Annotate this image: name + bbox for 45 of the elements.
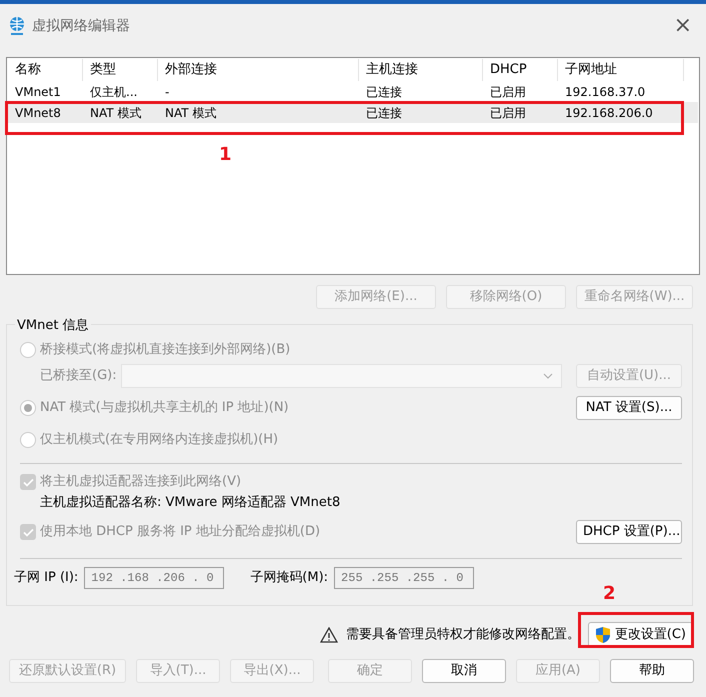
- table-row[interactable]: VMnet8 NAT 模式 NAT 模式 已连接 已启用 192.168.206.0: [8, 102, 698, 123]
- table-cell-text: 已启用: [489, 84, 527, 100]
- table-cell-text: 192.168.37.0: [564, 84, 646, 100]
- ip-field[interactable]: 192 .168 .206 . 0: [84, 567, 224, 589]
- column-header[interactable]: 名称: [8, 59, 83, 81]
- field-label: 已桥接至(G):: [40, 367, 117, 386]
- dialog-button[interactable]: 取消: [422, 659, 506, 683]
- table-cell-text: VMnet8: [14, 104, 62, 122]
- warning-icon: [320, 627, 338, 643]
- field-label: 子网 IP (I):: [14, 569, 78, 588]
- bridge-dropdown[interactable]: [120, 364, 562, 388]
- table-cell-text: 192.168.206.0: [564, 104, 654, 122]
- column-header[interactable]: 主机连接: [359, 59, 483, 81]
- column-header[interactable]: 类型: [83, 59, 158, 81]
- table-cell-text: 已连接: [365, 104, 403, 122]
- shield-icon: [594, 626, 611, 644]
- annotation-number: 2: [603, 585, 616, 603]
- check-icon: [22, 528, 34, 536]
- table-cell-text: NAT 模式: [164, 104, 218, 122]
- option-label: 使用本地 DHCP 服务将 IP 地址分配给虚拟机(D): [40, 523, 320, 542]
- table-row[interactable]: VMnet1 仅主机... - 已连接 已启用 192.168.37.0: [8, 81, 698, 102]
- option-label: 将主机虚拟适配器连接到此网络(V): [40, 473, 242, 492]
- column-header[interactable]: 外部连接: [158, 59, 359, 81]
- adapter-name: 主机虚拟适配器名称: VMware 网络适配器 VMnet8: [40, 494, 340, 512]
- table-cell-text: VMnet1: [14, 84, 62, 100]
- table-cell-text: 已连接: [365, 84, 403, 100]
- chevron-down-icon: [543, 373, 553, 379]
- table-cell-text: 仅主机...: [89, 84, 138, 100]
- table-cell-text: NAT 模式: [89, 104, 142, 122]
- ip-field[interactable]: 255 .255 .255 . 0: [334, 567, 474, 589]
- table-cell-text: -: [164, 84, 170, 100]
- close-button[interactable]: ×: [668, 15, 698, 37]
- annotation-number: 1: [219, 146, 232, 164]
- option-label: 仅主机模式(在专用网络内连接虚拟机)(H): [40, 431, 278, 450]
- dialog-button[interactable]: 帮助: [610, 659, 694, 683]
- field-label: 子网掩码(M):: [250, 569, 328, 588]
- admin-notice: 需要具备管理员特权才能修改网络配置。: [346, 626, 580, 644]
- check-icon: [22, 478, 34, 486]
- column-header[interactable]: 子网地址: [558, 59, 684, 81]
- table-cell-text: 已启用: [489, 104, 527, 122]
- globe-network-icon: [8, 16, 26, 36]
- window-title: 虚拟网络编辑器: [32, 16, 130, 36]
- option-label: NAT 模式(与虚拟机共享主机的 IP 地址)(N): [40, 399, 289, 418]
- column-header[interactable]: DHCP: [483, 59, 558, 81]
- option-label: 桥接模式(将虚拟机直接连接到外部网络)(B): [40, 341, 290, 360]
